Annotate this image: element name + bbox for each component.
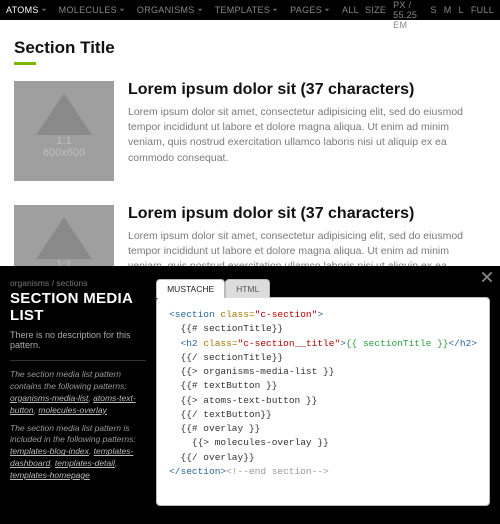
nav-templates[interactable]: TEMPLATES	[209, 0, 285, 20]
nav-all[interactable]: ALL	[336, 0, 365, 20]
pattern-link[interactable]: templates-blog-index	[10, 446, 89, 456]
pattern-link[interactable]: molecules-overlay	[38, 405, 107, 415]
thumbnail-placeholder: 1:1600x600	[14, 81, 114, 181]
pattern-info-panel: organisms / sections SECTION MEDIA LIST …	[0, 266, 500, 524]
media-text: Lorem ipsum dolor sit amet, consectetur …	[128, 105, 486, 166]
size-s[interactable]: S	[430, 5, 436, 15]
nav-organisms[interactable]: ORGANISMS	[131, 0, 209, 20]
tab-html[interactable]: HTML	[225, 279, 270, 298]
nav-pages[interactable]: PAGES	[284, 0, 336, 20]
panel-title: SECTION MEDIA LIST	[10, 290, 146, 324]
size-full[interactable]: FULL	[471, 5, 494, 15]
title-underline	[14, 62, 36, 65]
chevron-down-icon	[197, 7, 203, 13]
nav-molecules[interactable]: MOLECULES	[53, 0, 131, 20]
triangle-icon	[36, 93, 92, 135]
divider	[10, 360, 146, 361]
media-heading: Lorem ipsum dolor sit (37 characters)	[128, 81, 486, 99]
chevron-down-icon	[272, 7, 278, 13]
size-value: 884 PX / 55.25 EM	[393, 0, 423, 30]
chevron-down-icon	[119, 7, 125, 13]
size-l[interactable]: L	[459, 5, 464, 15]
thumb-dimensions: 1:1600x600	[14, 135, 114, 159]
code-block: <section class="c-section"> {{# sectionT…	[156, 297, 490, 506]
breadcrumb: organisms / sections	[10, 278, 146, 288]
top-toolbar: ATOMS MOLECULES ORGANISMS TEMPLATES PAGE…	[0, 0, 500, 20]
code-tabs: MUSTACHE HTML	[156, 278, 490, 297]
size-label: SIZE	[365, 5, 386, 15]
pattern-link[interactable]: templates-detail	[55, 458, 115, 468]
contains-paragraph: The section media list pattern contains …	[10, 369, 146, 417]
tab-mustache[interactable]: MUSTACHE	[156, 279, 225, 298]
chevron-down-icon	[324, 7, 330, 13]
nav-atoms[interactable]: ATOMS	[0, 0, 53, 20]
media-item: 1:1600x600 Lorem ipsum dolor sit (37 cha…	[14, 81, 486, 181]
close-button[interactable]	[480, 270, 494, 284]
section-title: Section Title	[14, 38, 486, 58]
triangle-icon	[36, 217, 92, 259]
chevron-down-icon	[41, 7, 47, 13]
media-heading: Lorem ipsum dolor sit (37 characters)	[128, 205, 486, 223]
size-m[interactable]: M	[444, 5, 452, 15]
close-icon	[480, 270, 494, 284]
panel-description: There is no description for this pattern…	[10, 330, 146, 350]
pattern-link[interactable]: organisms-media-list	[10, 393, 88, 403]
nav-menu: ATOMS MOLECULES ORGANISMS TEMPLATES PAGE…	[0, 0, 365, 20]
pattern-link[interactable]: templates-homepage	[10, 470, 90, 480]
included-paragraph: The section media list pattern is includ…	[10, 423, 146, 482]
